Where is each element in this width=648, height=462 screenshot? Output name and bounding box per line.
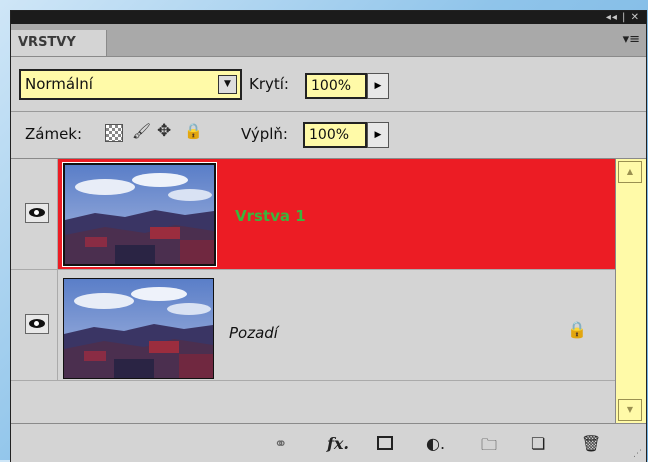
opacity-arrow-icon[interactable]: ▶ bbox=[367, 73, 389, 99]
layer-thumbnail[interactable] bbox=[62, 162, 217, 267]
tab-layers[interactable]: VRSTVY bbox=[11, 30, 107, 56]
layer-name[interactable]: Pozadí bbox=[229, 324, 278, 342]
adjustment-icon[interactable]: ◐. bbox=[426, 434, 445, 453]
new-layer-icon[interactable]: ❏ bbox=[531, 434, 545, 453]
layers-panel: ◂◂ | ✕ VRSTVY ▾≡ Normální ▼ Krytí: 100% … bbox=[10, 10, 647, 462]
panel-window-controls[interactable]: ◂◂ | ✕ bbox=[606, 11, 640, 24]
opacity-label: Krytí: bbox=[249, 75, 289, 93]
layer-row[interactable]: Vrstva 1 bbox=[11, 159, 615, 269]
fx-icon[interactable]: fx. bbox=[327, 434, 349, 453]
divider bbox=[11, 111, 646, 112]
layer-thumbnail[interactable] bbox=[63, 278, 214, 379]
eye-icon[interactable] bbox=[25, 314, 49, 334]
layer-name[interactable]: Vrstva 1 bbox=[235, 207, 306, 225]
folder-icon[interactable]: 🗀 bbox=[481, 434, 497, 461]
link-icon[interactable]: ⚭ bbox=[274, 434, 287, 453]
fill-label: Výplň: bbox=[241, 125, 288, 143]
lock-transparency-icon[interactable] bbox=[105, 124, 123, 142]
layer-lock-icon: 🔒 bbox=[567, 320, 587, 339]
tab-row: VRSTVY ▾≡ bbox=[11, 24, 646, 57]
layers-scrollbar[interactable]: ▲ ▼ bbox=[615, 159, 646, 423]
lock-all-icon[interactable]: 🔒 bbox=[184, 122, 203, 140]
visibility-column bbox=[21, 159, 58, 269]
lock-brush-icon[interactable]: 🖌 bbox=[132, 122, 151, 140]
fill-field[interactable]: 100% bbox=[303, 122, 367, 148]
scroll-up-icon[interactable]: ▲ bbox=[618, 161, 642, 183]
blend-mode-select[interactable]: Normální ▼ bbox=[19, 69, 242, 100]
bottom-toolbar: ⚭ fx. ◐. 🗀 ❏ 🗑 ⋰ bbox=[11, 423, 646, 462]
visibility-column bbox=[21, 270, 58, 380]
lock-label: Zámek: bbox=[25, 125, 83, 143]
panel-titlebar: ◂◂ | ✕ bbox=[11, 11, 646, 24]
divider bbox=[11, 380, 615, 381]
panel-menu-icon[interactable]: ▾≡ bbox=[623, 32, 640, 47]
chevron-down-icon[interactable]: ▼ bbox=[218, 75, 237, 94]
mask-icon[interactable] bbox=[377, 436, 393, 450]
lock-move-icon[interactable]: ✥ bbox=[157, 121, 171, 141]
trash-icon[interactable]: 🗑 bbox=[581, 434, 601, 453]
fill-arrow-icon[interactable]: ▶ bbox=[367, 122, 389, 148]
layer-row[interactable]: Pozadí 🔒 bbox=[11, 270, 615, 380]
eye-icon[interactable] bbox=[25, 203, 49, 223]
opacity-field[interactable]: 100% bbox=[305, 73, 367, 99]
layers-list: Vrstva 1 Pozadí 🔒 bbox=[11, 159, 615, 423]
scroll-down-icon[interactable]: ▼ bbox=[618, 399, 642, 421]
resize-grip-icon[interactable]: ⋰ bbox=[633, 449, 642, 459]
blend-mode-value: Normální bbox=[25, 75, 93, 93]
